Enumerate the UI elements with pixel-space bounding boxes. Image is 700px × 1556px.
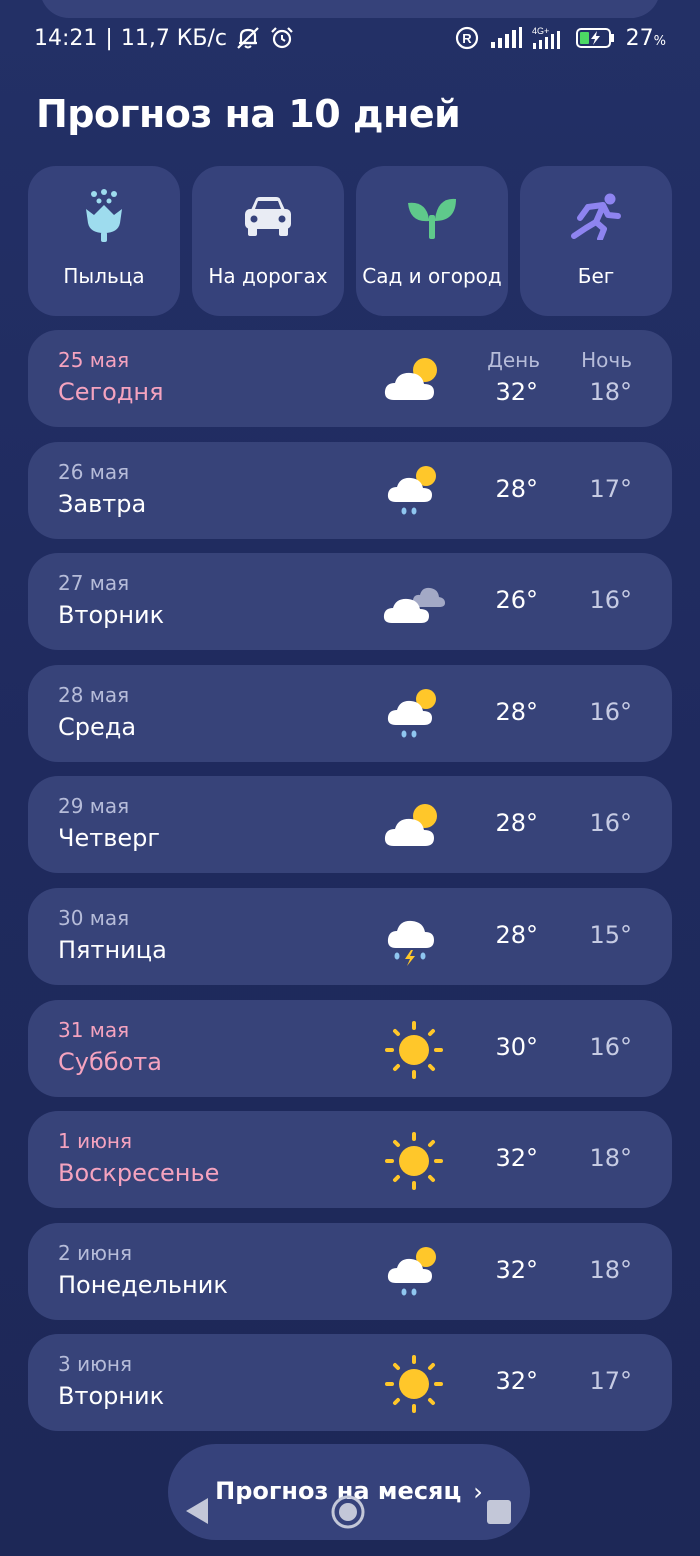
partly-cloudy-icon <box>382 350 446 410</box>
day-date: 1 июня <box>58 1129 133 1154</box>
forecast-row-day5[interactable]: 29 мая Четверг 28° 16° <box>28 776 672 874</box>
day-temperature: 32° <box>495 1144 538 1173</box>
night-temperature: 15° <box>589 920 632 949</box>
battery-percent: 27% <box>625 25 666 51</box>
sprout-icon <box>404 188 460 244</box>
day-date: 29 мая <box>58 794 130 819</box>
night-temperature: 18° <box>589 1144 632 1173</box>
night-temperature: 17° <box>589 1367 632 1396</box>
night-temperature: 16° <box>589 586 632 615</box>
column-night-label: Ночь <box>581 348 632 372</box>
day-name: Четверг <box>58 824 160 853</box>
day-name: Понедельник <box>58 1270 228 1299</box>
battery-charging-icon <box>575 26 616 50</box>
overcast-icon <box>382 573 446 633</box>
tile-running-label: Бег <box>577 264 615 288</box>
cloud-sun-rain-icon <box>382 462 446 522</box>
tile-roads[interactable]: На дорогах <box>192 166 344 316</box>
back-icon[interactable] <box>184 1496 210 1530</box>
status-bar: 14:21 | 11,7 КБ/с R 4G+ 27% <box>0 0 700 76</box>
day-temperature: 30° <box>495 1032 538 1061</box>
tile-running[interactable]: Бег <box>520 166 672 316</box>
day-date: 30 мая <box>58 905 130 930</box>
sun-icon <box>382 1131 446 1191</box>
recents-icon[interactable] <box>486 1499 512 1529</box>
alarm-icon <box>269 25 295 51</box>
status-right: R 4G+ 27% <box>454 25 666 51</box>
column-day-label: День <box>487 348 540 372</box>
chevron-right-icon: › <box>473 1478 483 1506</box>
day-date: 28 мая <box>58 682 130 707</box>
status-left: 14:21 | 11,7 КБ/с <box>34 25 295 51</box>
tile-pollen-label: Пыльца <box>63 264 145 288</box>
feature-tiles: Пыльца На дорогах Сад и огород Бег <box>28 166 672 316</box>
pollen-flower-icon <box>76 188 132 244</box>
day-date: 3 июня <box>58 1352 133 1377</box>
sun-icon <box>382 1020 446 1080</box>
runner-icon <box>568 188 624 244</box>
forecast-row-day8[interactable]: 1 июня Воскресенье 32° 18° <box>28 1111 672 1209</box>
day-date: 26 мая <box>58 459 130 484</box>
night-temperature: 16° <box>589 697 632 726</box>
signal-4g-icon: 4G+ <box>532 25 566 51</box>
tile-garden-label: Сад и огород <box>362 264 502 288</box>
day-temperature: 28° <box>495 920 538 949</box>
tile-roads-label: На дорогах <box>208 264 328 288</box>
forecast-row-day3[interactable]: 27 мая Вторник 26° 16° <box>28 553 672 651</box>
weather-forecast-screen: 14:21 | 11,7 КБ/с R 4G+ 27% Прогноз на 1… <box>0 0 700 1556</box>
day-temperature: 32° <box>495 1367 538 1396</box>
tile-garden[interactable]: Сад и огород <box>356 166 508 316</box>
cloud-sun-rain-icon <box>382 1243 446 1303</box>
network-type: 4G+ <box>532 26 549 36</box>
svg-text:R: R <box>462 31 472 46</box>
thunderstorm-icon <box>382 908 446 968</box>
day-date: 27 мая <box>58 571 130 596</box>
day-name: Суббота <box>58 1047 162 1076</box>
night-temperature: 16° <box>589 809 632 838</box>
car-icon <box>240 188 296 244</box>
day-name: Завтра <box>58 489 147 518</box>
day-temperature: 28° <box>495 697 538 726</box>
sun-icon <box>382 1354 446 1414</box>
night-temperature: 18° <box>589 1255 632 1284</box>
cloud-sun-rain-icon <box>382 685 446 745</box>
day-temperature: 32° <box>495 1255 538 1284</box>
day-name: Воскресенье <box>58 1159 220 1188</box>
partly-cloudy-icon <box>382 796 446 856</box>
day-name: Среда <box>58 712 137 741</box>
status-time: 14:21 <box>34 25 98 51</box>
day-name: Вторник <box>58 1382 165 1411</box>
home-icon[interactable] <box>330 1494 366 1534</box>
forecast-list: 25 мая Сегодня День Ночь 32° 18° 26 мая … <box>28 330 672 1446</box>
status-speed: 11,7 КБ/с <box>120 25 228 51</box>
night-temperature: 17° <box>589 474 632 503</box>
day-temperature: 28° <box>495 474 538 503</box>
day-name: Вторник <box>58 601 165 630</box>
bell-muted-icon <box>235 25 261 51</box>
signal-icon <box>490 27 522 49</box>
day-temperature: 28° <box>495 809 538 838</box>
forecast-row-day9[interactable]: 2 июня Понедельник 32° 18° <box>28 1222 672 1320</box>
day-date: 2 июня <box>58 1240 133 1265</box>
registered-icon: R <box>454 25 480 51</box>
forecast-row-day6[interactable]: 30 мая Пятница 28° 15° <box>28 887 672 985</box>
forecast-row-day7[interactable]: 31 мая Суббота 30° 16° <box>28 999 672 1097</box>
page-title: Прогноз на 10 дней <box>36 92 461 136</box>
tile-pollen[interactable]: Пыльца <box>28 166 180 316</box>
forecast-row-tomorrow[interactable]: 26 мая Завтра 28° 17° <box>28 441 672 539</box>
day-name: Пятница <box>58 935 167 964</box>
status-separator: | <box>105 25 113 51</box>
day-temperature: 26° <box>495 586 538 615</box>
night-temperature: 18° <box>589 378 632 406</box>
forecast-row-day10[interactable]: 3 июня Вторник 32° 17° <box>28 1334 672 1432</box>
day-temperature: 32° <box>495 378 538 406</box>
forecast-row-today[interactable]: 25 мая Сегодня День Ночь 32° 18° <box>28 330 672 427</box>
night-temperature: 16° <box>589 1032 632 1061</box>
forecast-row-day4[interactable]: 28 мая Среда 28° 16° <box>28 664 672 762</box>
day-date: 25 мая <box>58 348 130 372</box>
day-name: Сегодня <box>58 378 164 406</box>
day-date: 31 мая <box>58 1017 130 1042</box>
